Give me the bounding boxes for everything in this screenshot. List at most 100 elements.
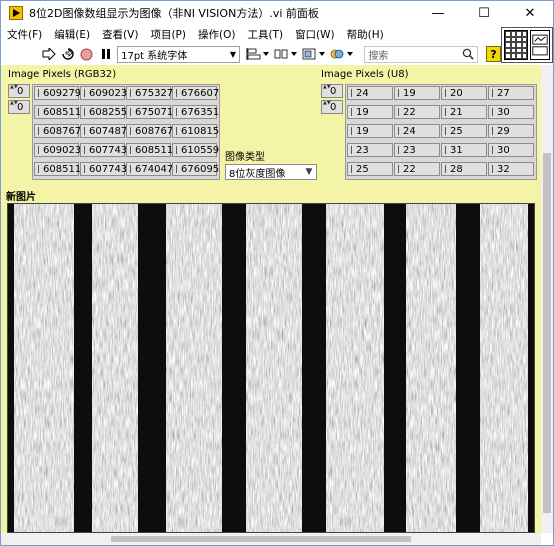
resize-objects-button[interactable] xyxy=(302,45,326,63)
search-icon[interactable] xyxy=(462,48,474,60)
menu-operate[interactable]: 操作(O) xyxy=(192,27,241,42)
title-bar[interactable]: 8位2D图像数组显示为图像（非NI VISION方法）.vi 前面板 — ☐ ✕ xyxy=(1,1,553,25)
grayscale-texture-image xyxy=(8,204,534,532)
u8-array-cell[interactable]: 21 xyxy=(441,105,487,119)
u8-array-cell[interactable]: 19 xyxy=(394,86,440,100)
u8-array-cell[interactable]: 28 xyxy=(441,162,487,176)
resize-objects-icon xyxy=(302,48,326,60)
menu-file[interactable]: 文件(F) xyxy=(1,27,48,42)
reorder-button[interactable] xyxy=(330,45,354,63)
toolbar: 17pt 系统字体 ▼ 搜索 ? xyxy=(1,43,501,65)
run-continuously-button[interactable] xyxy=(61,45,76,63)
pause-icon xyxy=(101,49,110,59)
vi-icon xyxy=(530,30,550,60)
abort-button[interactable] xyxy=(79,45,94,63)
align-objects-button[interactable] xyxy=(246,45,270,63)
rgb-array-label: Image Pixels (RGB32) xyxy=(8,69,117,80)
menu-view[interactable]: 查看(V) xyxy=(96,27,144,42)
rgb-array-cell[interactable]: 610559 xyxy=(172,143,219,157)
menu-window[interactable]: 窗口(W) xyxy=(289,27,341,42)
menu-project[interactable]: 项目(P) xyxy=(144,27,192,42)
chevron-down-icon: ▼ xyxy=(229,49,236,59)
u8-array-cell[interactable]: 25 xyxy=(347,162,393,176)
u8-array-cell[interactable]: 30 xyxy=(488,105,534,119)
u8-array-cell[interactable]: 27 xyxy=(488,86,534,100)
u8-array-cell[interactable]: 24 xyxy=(347,86,393,100)
maximize-button[interactable]: ☐ xyxy=(461,1,507,25)
rgb-array-cell[interactable]: 676607 xyxy=(172,86,219,100)
menu-edit[interactable]: 编辑(E) xyxy=(48,27,96,42)
rgb-array-cell[interactable]: 675071 xyxy=(126,105,173,119)
image-type-label: 图像类型 xyxy=(225,152,265,163)
u8-array-label: Image Pixels (U8) xyxy=(321,69,409,80)
stop-icon xyxy=(80,48,93,60)
labview-front-panel-window: 8位2D图像数组显示为图像（非NI VISION方法）.vi 前面板 — ☐ ✕… xyxy=(0,0,554,546)
text-settings-dropdown[interactable]: 17pt 系统字体 ▼ xyxy=(117,45,240,63)
horizontal-scroll-thumb[interactable] xyxy=(111,536,411,542)
rgb-array-cell[interactable]: 608511 xyxy=(34,105,81,119)
rgb-array-cell[interactable]: 608511 xyxy=(126,143,173,157)
window-controls: — ☐ ✕ xyxy=(415,1,553,25)
rgb-array-cell[interactable]: 674047 xyxy=(126,162,173,176)
image-type-value: 8位灰度图像 xyxy=(229,168,286,180)
search-placeholder: 搜索 xyxy=(368,50,389,62)
u8-array-cell[interactable]: 24 xyxy=(394,124,440,138)
connector-pane-grid-icon xyxy=(504,30,528,60)
rgb-array-cell[interactable]: 676351 xyxy=(172,105,219,119)
chevron-down-icon: ▼ xyxy=(305,167,313,177)
rgb-array-cell[interactable]: 676095 xyxy=(172,162,219,176)
u8-array-cell[interactable]: 30 xyxy=(488,143,534,157)
run-button[interactable] xyxy=(42,45,57,63)
vertical-scrollbar[interactable] xyxy=(541,65,553,533)
window-title: 8位2D图像数组显示为图像（非NI VISION方法）.vi 前面板 xyxy=(29,7,319,20)
connector-pane[interactable] xyxy=(501,27,553,63)
image-type-ring[interactable]: 8位灰度图像 ▼ xyxy=(225,164,317,180)
rgb-array-index-col[interactable]: 0 xyxy=(8,100,30,114)
u8-array-cell[interactable]: 19 xyxy=(347,105,393,119)
u8-array-index-row[interactable]: 0 xyxy=(321,84,343,98)
rgb-array-cell[interactable]: 607487 xyxy=(80,124,127,138)
rgb-array-cell[interactable]: 607743 xyxy=(80,162,127,176)
horizontal-scrollbar[interactable] xyxy=(1,533,541,545)
image-display-label: 新图片 xyxy=(6,192,36,203)
rgb-array-index-row[interactable]: 0 xyxy=(8,84,30,98)
context-help-button[interactable]: ? xyxy=(486,46,501,62)
minimize-button[interactable]: — xyxy=(415,1,461,25)
u8-array-cell[interactable]: 29 xyxy=(488,124,534,138)
u8-array-cell[interactable]: 23 xyxy=(347,143,393,157)
align-objects-icon xyxy=(246,48,270,60)
rgb-array-cell[interactable]: 608511 xyxy=(34,162,81,176)
u8-array-cell[interactable]: 31 xyxy=(441,143,487,157)
search-input[interactable]: 搜索 xyxy=(364,45,479,63)
front-panel: Image Pixels (RGB32) 0 0 609279609023675… xyxy=(1,65,541,533)
rgb-array-cell[interactable]: 608767 xyxy=(126,124,173,138)
rgb-array-cell[interactable]: 608255 xyxy=(80,105,127,119)
u8-array-index-col[interactable]: 0 xyxy=(321,100,343,114)
menu-help[interactable]: 帮助(H) xyxy=(341,27,390,42)
font-value: 17pt 系统字体 xyxy=(121,50,188,62)
rgb-array-cell[interactable]: 609023 xyxy=(34,143,81,157)
close-button[interactable]: ✕ xyxy=(507,1,553,25)
arrow-right-icon xyxy=(42,48,56,60)
image-display[interactable] xyxy=(7,203,535,533)
rgb-array-cell[interactable]: 608767 xyxy=(34,124,81,138)
u8-array-cell[interactable]: 23 xyxy=(394,143,440,157)
rgb-array-cell[interactable]: 675327 xyxy=(126,86,173,100)
u8-array-cell[interactable]: 20 xyxy=(441,86,487,100)
run-continuously-icon xyxy=(62,48,74,60)
u8-array-cell[interactable]: 25 xyxy=(441,124,487,138)
pause-button[interactable] xyxy=(98,45,113,63)
rgb-array-cell[interactable]: 607743 xyxy=(80,143,127,157)
u8-array-cell[interactable]: 32 xyxy=(488,162,534,176)
u8-array-cell[interactable]: 19 xyxy=(347,124,393,138)
menu-bar: 文件(F) 编辑(E) 查看(V) 项目(P) 操作(O) 工具(T) 窗口(W… xyxy=(1,25,553,43)
rgb-array-cell[interactable]: 609279 xyxy=(34,86,81,100)
vertical-scroll-thumb[interactable] xyxy=(543,153,551,513)
menu-tools[interactable]: 工具(T) xyxy=(241,27,289,42)
distribute-objects-button[interactable] xyxy=(274,45,298,63)
rgb-array-cell[interactable]: 609023 xyxy=(80,86,127,100)
rgb-array-cell[interactable]: 610815 xyxy=(172,124,219,138)
u8-array-cell[interactable]: 22 xyxy=(394,162,440,176)
labview-vi-icon xyxy=(9,6,23,20)
u8-array-cell[interactable]: 22 xyxy=(394,105,440,119)
